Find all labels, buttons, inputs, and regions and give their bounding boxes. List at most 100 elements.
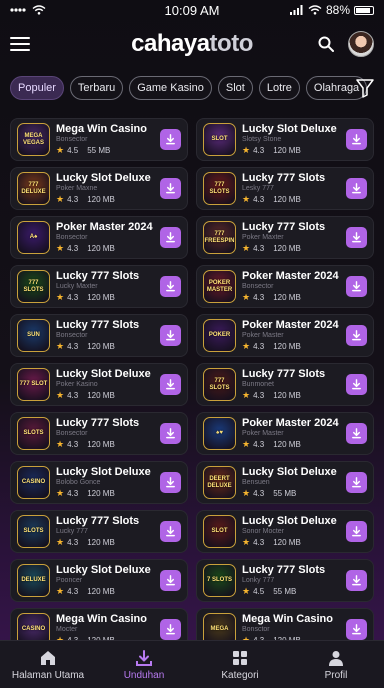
app-title: Lucky 777 Slots <box>242 368 326 380</box>
menu-icon[interactable] <box>10 37 30 51</box>
download-icon <box>351 477 362 488</box>
download-button[interactable] <box>346 619 367 640</box>
app-meta: ★4.3 120 MB <box>56 194 160 205</box>
download-button[interactable] <box>160 129 181 150</box>
app-card[interactable]: SLOTS Lucky 777 Slots Bonsector ★ 4.3 120 MB <box>10 412 188 455</box>
app-card[interactable]: 7 SLOTS Lucky 777 Slots Lonky 777 ★ 4.5 55 MB <box>196 559 374 602</box>
app-card[interactable]: SLOT Lucky Slot Deluxe Sonor Mocter ★ 4.3 120… <box>196 510 374 553</box>
filter-icon[interactable] <box>356 78 374 98</box>
app-size: 120 MB <box>87 195 115 204</box>
app-card[interactable]: 777 SLOTS Lucky 777 Slots Lesky 777 ★ 4.3 120… <box>196 167 374 210</box>
app-size: 120 MB <box>273 391 301 400</box>
download-button[interactable] <box>346 227 367 248</box>
app-title: Lucky 777 Slots <box>56 417 140 429</box>
app-card[interactable]: SLOTS Lucky 777 Slots Lucky 777 ★ 4.3 120 MB <box>10 510 188 553</box>
star-icon: ★ <box>56 439 65 449</box>
avatar[interactable] <box>348 31 374 57</box>
home-icon <box>39 649 57 667</box>
download-button[interactable] <box>160 227 181 248</box>
chip-slot[interactable]: Slot <box>217 76 253 100</box>
app-card[interactable]: SUN Lucky 777 Slots Bonsector ★ 4.3 120 MB <box>10 314 188 357</box>
download-button[interactable] <box>160 521 181 542</box>
star-icon: ★ <box>242 586 251 596</box>
app-icon: 7 SLOTS <box>203 564 236 597</box>
download-button[interactable] <box>346 521 367 542</box>
app-card[interactable]: 777 SLOTS Lucky 777 Slots Lucky Maxter ★ 4.3… <box>10 265 188 308</box>
app-card[interactable]: MEGA VEGAS Mega Win Casino Bonsector ★ 4.5 55… <box>10 118 188 161</box>
app-title: Lucky 777 Slots <box>242 172 326 184</box>
app-card[interactable]: ♠♥ Poker Master 2024 Poker Master ★ 4.3 120 M… <box>196 412 374 455</box>
app-developer: Lonky 777 <box>242 577 275 584</box>
app-info: Lucky 777 Slots Poker Maxter ★ 4.3 120 MB <box>242 221 346 254</box>
download-icon <box>165 183 176 194</box>
download-button[interactable] <box>160 276 181 297</box>
app-info: Mega Win Casino Bonsector ★ 4.5 55 MB <box>56 123 160 156</box>
app-title: Lucky Slot Deluxe <box>242 466 337 478</box>
app-card[interactable]: CASINO Lucky Slot Deluxe Bolobo Gonce ★ 4.3 1… <box>10 461 188 504</box>
app-card[interactable]: 777 FREESPIN Lucky 777 Slots Poker Maxter ★… <box>196 216 374 259</box>
app-card[interactable]: 777 SLOTS Lucky 777 Slots Bunmonet ★ 4.3 120 … <box>196 363 374 406</box>
download-button[interactable] <box>160 374 181 395</box>
chip-terbaru[interactable]: Terbaru <box>69 76 124 100</box>
star-icon: ★ <box>242 390 251 400</box>
app-title: Poker Master 2024 <box>242 319 339 331</box>
app-card[interactable]: POKER MASTER Poker Master 2024 Bonsector ★ 4… <box>196 265 374 308</box>
app-card[interactable]: DELUXE Lucky Slot Deluxe Pooncer ★ 4.3 120 MB <box>10 559 188 602</box>
app-card[interactable]: 777 SLOT Lucky Slot Deluxe Poker Kasino ★ 4.… <box>10 363 188 406</box>
app-card[interactable]: A♠ Poker Master 2024 Bonsector ★ 4.3 120 MB <box>10 216 188 259</box>
download-button[interactable] <box>346 325 367 346</box>
app-rating: 4.3 <box>253 538 265 547</box>
nav-kategori[interactable]: Kategori <box>192 649 288 681</box>
app-title: Lucky Slot Deluxe <box>242 515 337 527</box>
app-info: Lucky 777 Slots Lucky Maxter ★ 4.3 120 MB <box>56 270 160 303</box>
chip-lotre[interactable]: Lotre <box>258 76 300 100</box>
app-title: Lucky 777 Slots <box>242 221 326 233</box>
nav-profil[interactable]: Profil <box>288 649 384 681</box>
app-size: 120 MB <box>87 587 115 596</box>
app-developer: Pooncer <box>56 577 83 584</box>
download-button[interactable] <box>160 423 181 444</box>
app-meta: ★4.3 120 MB <box>242 145 346 156</box>
download-icon <box>351 379 362 390</box>
chip-populer[interactable]: Populer <box>10 76 64 100</box>
download-button[interactable] <box>160 619 181 640</box>
download-button[interactable] <box>346 570 367 591</box>
search-icon[interactable] <box>318 36 334 52</box>
app-developer: Poker Kasino <box>56 381 98 388</box>
download-button[interactable] <box>346 129 367 150</box>
person-icon <box>327 649 345 667</box>
download-button[interactable] <box>346 178 367 199</box>
app-developer: Bonsector <box>56 136 88 143</box>
download-button[interactable] <box>160 472 181 493</box>
app-developer: Bonsector <box>56 332 88 339</box>
app-card[interactable]: POKER Poker Master 2024 Poker Master ★ 4.3 12… <box>196 314 374 357</box>
app-meta: ★4.3 120 MB <box>56 292 160 303</box>
download-button[interactable] <box>346 472 367 493</box>
app-rating: 4.3 <box>67 391 79 400</box>
download-button[interactable] <box>160 178 181 199</box>
app-title: Lucky 777 Slots <box>242 564 326 576</box>
chip-game-kasino[interactable]: Game Kasino <box>129 76 212 100</box>
download-button[interactable] <box>346 374 367 395</box>
app-rating: 4.5 <box>67 146 79 155</box>
download-button[interactable] <box>346 276 367 297</box>
star-icon: ★ <box>56 292 65 302</box>
app-rating: 4.3 <box>253 342 265 351</box>
download-button[interactable] <box>160 570 181 591</box>
download-button[interactable] <box>160 325 181 346</box>
app-developer: Bonsector <box>56 234 88 241</box>
app-title: Lucky Slot Deluxe <box>56 564 151 576</box>
download-icon <box>165 575 176 586</box>
app-developer: Bonsctor <box>242 626 270 633</box>
app-icon: MEGA VEGAS <box>17 123 50 156</box>
app-rating: 4.3 <box>67 195 79 204</box>
app-size: 120 MB <box>273 538 301 547</box>
nav-halaman-utama[interactable]: Halaman Utama <box>0 649 96 681</box>
app-card[interactable]: SLOT Lucky Slot Deluxe Slotsy Stone ★ 4.3 120… <box>196 118 374 161</box>
nav-unduhan[interactable]: Unduhan <box>96 649 192 681</box>
app-card[interactable]: 777 DELUXE Lucky Slot Deluxe Poker Maxne ★ 4… <box>10 167 188 210</box>
download-button[interactable] <box>346 423 367 444</box>
app-rating: 4.3 <box>253 146 265 155</box>
app-developer: Bolobo Gonce <box>56 479 101 486</box>
app-card[interactable]: DEERT DELUXE Lucky Slot Deluxe Bensuen ★ 4.3… <box>196 461 374 504</box>
